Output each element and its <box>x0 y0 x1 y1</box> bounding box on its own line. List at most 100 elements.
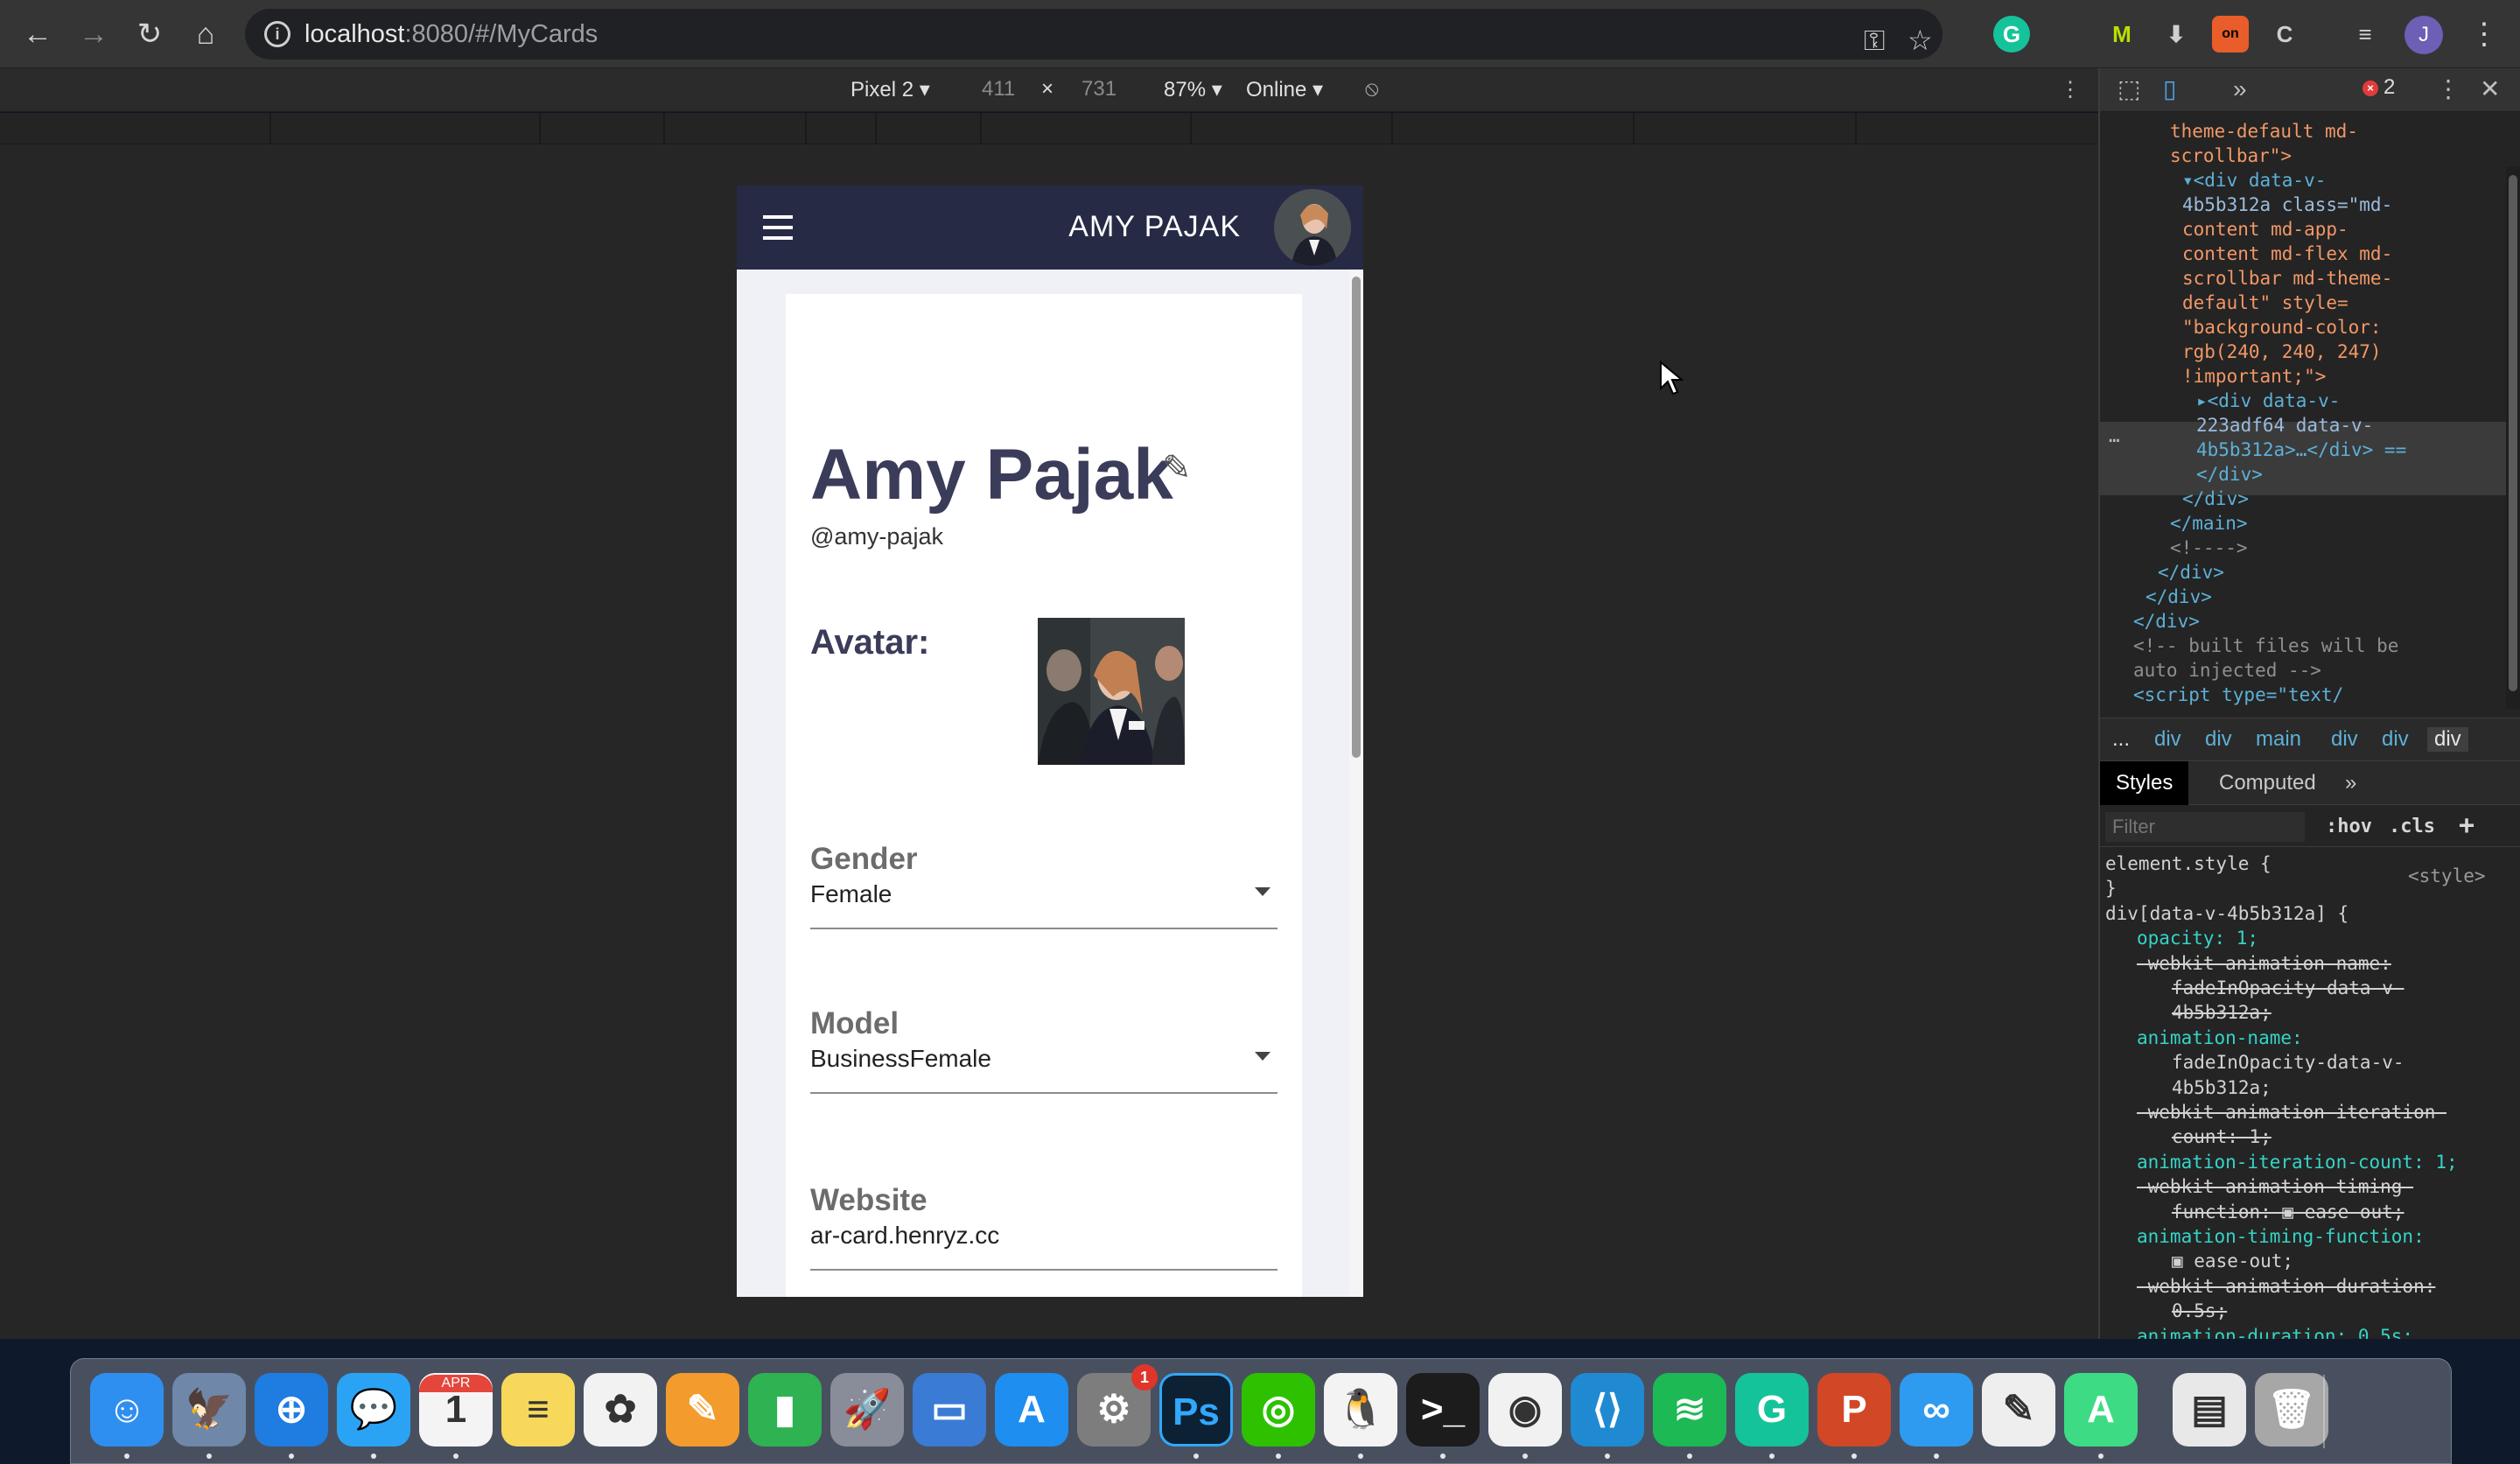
breadcrumb-div-selected[interactable]: div <box>2427 727 2468 752</box>
vscode-icon[interactable]: ⟨⟩ <box>1571 1373 1644 1446</box>
new-rule-button[interactable]: + <box>2459 810 2474 841</box>
page-scrollbar-thumb[interactable] <box>1352 277 1361 758</box>
dom-line[interactable]: rgb(240, 240, 247) <box>2182 340 2382 364</box>
powerpoint-icon[interactable]: P <box>1817 1373 1891 1446</box>
dom-line[interactable]: ▾<div data-v- <box>2182 168 2326 193</box>
breadcrumb-div[interactable]: div <box>2154 727 2181 752</box>
reload-icon[interactable]: ↻ <box>130 14 170 54</box>
photos-icon[interactable]: ✿ <box>584 1373 657 1446</box>
more-style-tabs-icon[interactable]: » <box>2329 761 2372 805</box>
dom-line[interactable]: 4b5b312a>…</div> == <box>2196 438 2406 462</box>
dom-line[interactable]: <!----> <box>2170 536 2248 560</box>
style-line[interactable]: opacity: 1; <box>2137 927 2258 949</box>
photoshop-icon[interactable]: Ps <box>1159 1373 1233 1446</box>
dom-line[interactable]: !important;"> <box>2182 364 2326 389</box>
key-icon[interactable]: ⚿ <box>1864 23 1885 58</box>
dom-line[interactable]: default" style= <box>2182 291 2348 315</box>
textedit-icon[interactable]: ✎ <box>1982 1373 2055 1446</box>
device-select[interactable]: Pixel 2 ▾ <box>850 77 930 102</box>
overridden-style-line[interactable]: fadeInOpacity-data-v- <box>2172 977 2404 999</box>
viewport-height[interactable]: 731 <box>1082 77 1116 102</box>
overridden-style-line[interactable]: count: 1; <box>2172 1125 2272 1148</box>
devtools-menu-icon[interactable]: ⋮ <box>2436 75 2460 103</box>
android-studio-icon[interactable]: A <box>2064 1373 2138 1446</box>
overridden-style-line[interactable]: function: ▣ ease-out; <box>2172 1201 2404 1223</box>
edit-pencil-icon[interactable]: ✎ <box>1162 450 1199 487</box>
spotify-icon[interactable]: ≋ <box>1653 1373 1726 1446</box>
home-icon[interactable]: ⌂ <box>186 14 226 54</box>
dom-line[interactable]: scrollbar"> <box>2170 144 2292 168</box>
html-file-icon[interactable]: ▤ <box>2173 1373 2246 1446</box>
dom-line[interactable]: </div> <box>2158 560 2224 585</box>
breadcrumb-ellipsis[interactable]: ... <box>2112 727 2130 752</box>
extension-c-icon[interactable]: C <box>2266 16 2303 53</box>
overridden-style-line[interactable]: -webkit-animation-duration: <box>2137 1275 2435 1298</box>
class-toggle-button[interactable]: .cls <box>2389 816 2435 837</box>
viewport-width[interactable]: 411 <box>982 77 1015 102</box>
model-dropdown-icon[interactable] <box>1255 1052 1270 1061</box>
launchpad-icon[interactable]: 🚀 <box>830 1373 904 1446</box>
address-bar[interactable]: i localhost:8080/#/MyCards ⚿ ☆ <box>245 9 1942 60</box>
style-line[interactable]: animation-iteration-count: 1; <box>2137 1151 2458 1173</box>
extension-on-icon[interactable]: on <box>2212 16 2249 53</box>
avatar-image[interactable] <box>1038 618 1185 765</box>
styles-pane[interactable]: element.style {} div[data-v-4b5b312a] {op… <box>2100 847 2520 1339</box>
gender-select[interactable]: Gender Female <box>810 842 1278 929</box>
notes-icon[interactable]: ≡ <box>501 1373 575 1446</box>
error-count[interactable]: × 2 <box>2362 75 2395 100</box>
bookmark-star-icon[interactable]: ☆ <box>1908 23 1933 58</box>
style-line[interactable]: animation-timing-function: <box>2137 1225 2425 1248</box>
chrome-icon[interactable]: ◉ <box>1488 1373 1562 1446</box>
dom-tree[interactable]: … theme-default md-scrollbar"> ▾<div data… <box>2100 114 2520 718</box>
dom-line[interactable]: "background-color: <box>2182 315 2382 340</box>
overridden-style-line[interactable]: 4b5b312a; <box>2172 1001 2272 1024</box>
extension-m-icon[interactable]: M <box>2104 16 2140 53</box>
menu-icon[interactable] <box>763 215 793 240</box>
download-extension-icon[interactable]: ⬇ <box>2158 16 2194 53</box>
style-line[interactable]: fadeInOpacity-data-v- <box>2172 1051 2404 1074</box>
device-toggle-icon[interactable]: ▯ <box>2163 75 2176 103</box>
dom-scrollbar[interactable] <box>2506 166 2520 709</box>
back-arrow-icon[interactable]: ← <box>18 14 58 54</box>
style-line[interactable]: } <box>2105 877 2117 900</box>
network-select[interactable]: Online ▾ <box>1246 77 1323 102</box>
dom-line[interactable]: 223adf64 data-v- <box>2196 413 2373 438</box>
trash-icon[interactable]: 🗑 <box>2255 1373 2328 1446</box>
overridden-style-line[interactable]: -webkit-animation-iteration- <box>2137 1101 2446 1124</box>
styles-filter-input[interactable] <box>2105 812 2305 842</box>
media-query-bar[interactable] <box>0 113 2098 144</box>
teams-icon[interactable]: ∞ <box>1900 1373 1973 1446</box>
numbers-icon[interactable]: ▮ <box>748 1373 822 1446</box>
grammarly-icon[interactable]: G <box>1735 1373 1809 1446</box>
media-controls-icon[interactable]: ≡ <box>2347 16 2384 53</box>
style-line[interactable]: animation-name: <box>2137 1026 2303 1049</box>
pages-icon[interactable]: ✎ <box>666 1373 739 1446</box>
dom-line[interactable]: </div> <box>2182 487 2249 511</box>
style-source-link[interactable]: <style> <box>2408 865 2486 887</box>
dom-line[interactable]: <!-- built files will be <box>2133 634 2398 658</box>
dom-line[interactable]: </main> <box>2170 511 2248 536</box>
profile-avatar[interactable]: J <box>2404 16 2443 54</box>
hover-state-button[interactable]: :hov <box>2326 816 2372 837</box>
more-tabs-icon[interactable]: » <box>2233 75 2247 103</box>
dom-line[interactable]: ▸<div data-v- <box>2196 389 2340 413</box>
website-value[interactable]: ar-card.henryz.cc <box>810 1222 999 1250</box>
overridden-style-line[interactable]: -webkit-animation-name: <box>2137 952 2391 975</box>
breadcrumb-div[interactable]: div <box>2331 727 2358 752</box>
dom-line[interactable]: </div> <box>2146 585 2212 609</box>
website-field[interactable]: Website ar-card.henryz.cc <box>810 1183 1278 1271</box>
grammarly-extension-icon[interactable]: G <box>1993 16 2030 53</box>
preview-icon[interactable]: 🦅 <box>172 1373 246 1446</box>
dom-line[interactable]: </div> <box>2196 462 2263 487</box>
gender-dropdown-icon[interactable] <box>1255 887 1270 896</box>
model-select[interactable]: Model BusinessFemale <box>810 1006 1278 1094</box>
style-line[interactable]: 4b5b312a; <box>2172 1076 2272 1099</box>
breadcrumb-div[interactable]: div <box>2205 727 2232 752</box>
style-line[interactable]: element.style { <box>2105 852 2272 875</box>
dom-line[interactable]: content md-flex md- <box>2182 242 2392 266</box>
keynote-icon[interactable]: ▭ <box>913 1373 986 1446</box>
overridden-style-line[interactable]: -webkit-animation-timing- <box>2137 1175 2413 1198</box>
forward-arrow-icon[interactable]: → <box>74 14 114 54</box>
terminal-icon[interactable]: >_ <box>1406 1373 1480 1446</box>
dom-line[interactable]: theme-default md- <box>2170 119 2358 144</box>
